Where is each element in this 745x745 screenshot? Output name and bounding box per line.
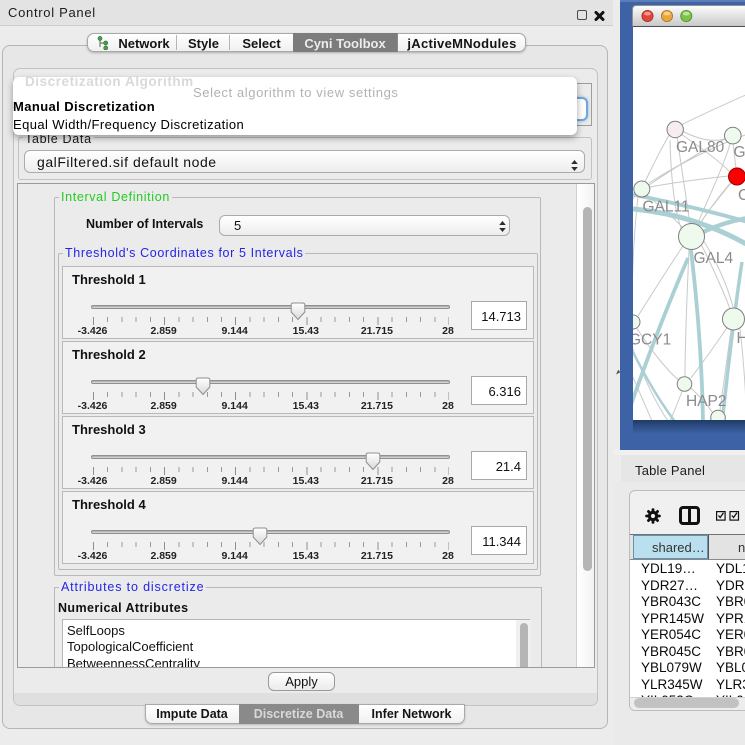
svg-text:HAP2: HAP2 (686, 393, 727, 410)
svg-text:GA: GA (734, 144, 745, 161)
svg-text:CY: CY (738, 187, 745, 204)
svg-text:GAL4: GAL4 (694, 250, 734, 267)
svg-text:GCY1: GCY1 (633, 332, 671, 349)
svg-text:GAL11: GAL11 (643, 199, 690, 216)
svg-text:GAL80: GAL80 (676, 139, 725, 156)
svg-text:HI: HI (737, 330, 745, 347)
